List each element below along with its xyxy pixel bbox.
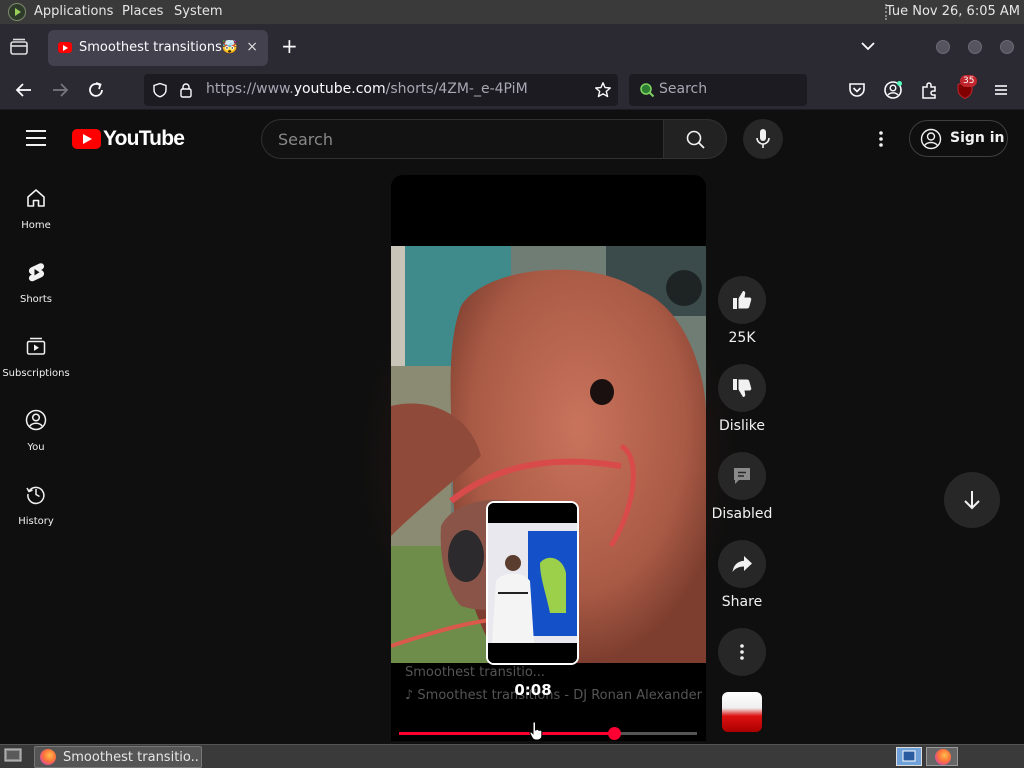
guide-item-you[interactable]: You <box>0 409 72 479</box>
user-circle-icon <box>920 128 942 150</box>
system-menu[interactable]: System <box>174 4 222 19</box>
extension-badge: 35 <box>960 75 978 87</box>
tab-list-icon[interactable] <box>8 36 30 58</box>
thumbs-down-icon <box>733 379 752 397</box>
applications-menu[interactable]: Applications <box>34 4 113 19</box>
progress-bar[interactable] <box>399 727 697 740</box>
share-button[interactable]: Share <box>716 540 768 610</box>
arrow-down-icon <box>964 491 980 510</box>
history-icon <box>26 486 45 505</box>
workspace-switcher-icon[interactable] <box>896 747 922 766</box>
sign-in-button[interactable]: Sign in <box>909 120 1008 157</box>
comment-icon <box>734 468 750 484</box>
youtube-search-input[interactable]: Search <box>261 119 663 159</box>
overlay-title: Smoothest transitio... <box>405 665 546 680</box>
tab-title: Smoothest transitions🤯 - YouTube <box>79 40 239 55</box>
sign-in-label: Sign in <box>950 130 1005 146</box>
youtube-search-button[interactable] <box>663 119 727 159</box>
top-panel: Applications Places System Tue Nov 26, 6… <box>0 0 1024 24</box>
search-engine-icon <box>640 83 655 98</box>
youtube-wordmark: YouTube <box>103 127 185 150</box>
seek-preview-thumbnail <box>486 501 579 665</box>
shield-icon[interactable] <box>152 82 168 98</box>
places-menu[interactable]: Places <box>122 4 163 19</box>
guide-item-label: History <box>18 516 54 527</box>
reload-icon[interactable] <box>85 79 107 101</box>
youtube-page: YouTube Search Sign in Home Shorts Subsc… <box>0 110 1024 744</box>
dislike-button[interactable]: Dislike <box>716 364 768 434</box>
progress-fill <box>399 732 614 735</box>
more-vertical-icon <box>740 644 744 660</box>
shorts-icon <box>28 263 45 282</box>
guide-item-history[interactable]: History <box>0 483 72 553</box>
preview-frame-image <box>488 503 577 663</box>
search-placeholder: Search <box>278 130 333 149</box>
tab-bar: Smoothest transitions🤯 - YouTube × + <box>0 24 1024 70</box>
microphone-icon <box>756 129 770 148</box>
browser-tab-active[interactable]: Smoothest transitions🤯 - YouTube × <box>48 30 268 66</box>
home-icon <box>27 189 45 207</box>
gnome-foot-icon[interactable] <box>8 3 26 21</box>
bookmark-star-icon[interactable] <box>594 81 612 99</box>
url-bar[interactable]: https://www.youtube.com/shorts/4ZM-_e-4P… <box>144 74 618 106</box>
dislike-label: Dislike <box>719 418 765 434</box>
mouse-cursor-hand-icon <box>529 721 543 741</box>
guide-item-label: Shorts <box>19 294 53 305</box>
back-arrow-icon[interactable] <box>13 79 35 101</box>
comments-button: Disabled <box>712 452 772 522</box>
like-button[interactable]: 25K <box>716 276 768 346</box>
guide-item-subscriptions[interactable]: Subscriptions <box>0 335 72 405</box>
shorts-player[interactable]: Smoothest transitio... ♪ Smoothest trans… <box>391 175 706 741</box>
url-text: https://www.youtube.com/shorts/4ZM-_e-4P… <box>206 81 528 97</box>
youtube-play-icon <box>72 129 101 149</box>
guide-item-home[interactable]: Home <box>0 187 72 257</box>
bottom-taskbar: Smoothest transitio... <box>0 744 1024 768</box>
close-window-button[interactable] <box>1000 40 1014 54</box>
firefox-icon <box>40 749 56 765</box>
browser-search-placeholder: Search <box>659 81 708 97</box>
settings-more-icon[interactable] <box>870 127 892 151</box>
account-icon[interactable] <box>882 79 904 101</box>
extensions-puzzle-icon[interactable] <box>918 79 940 101</box>
like-count: 25K <box>728 330 756 346</box>
guide-item-label: Home <box>21 220 51 231</box>
taskbar-window-title: Smoothest transitio... <box>63 750 199 765</box>
pocket-icon[interactable] <box>846 79 868 101</box>
lock-icon[interactable] <box>179 82 193 98</box>
guide-item-label: Subscriptions <box>2 368 70 379</box>
youtube-favicon-icon <box>58 42 72 53</box>
share-label: Share <box>721 594 763 610</box>
firefox-icon <box>935 749 951 765</box>
next-short-button[interactable] <box>944 472 1000 528</box>
search-icon <box>686 130 705 149</box>
new-tab-button[interactable]: + <box>281 36 298 56</box>
list-all-tabs-icon[interactable] <box>860 38 876 54</box>
guide-menu-icon[interactable] <box>26 130 46 146</box>
workspace-2[interactable] <box>926 747 958 766</box>
you-icon <box>25 409 47 431</box>
show-desktop-icon[interactable] <box>4 748 22 764</box>
thumbs-up-icon <box>733 291 752 309</box>
clock[interactable]: Tue Nov 26, 6:05 AM <box>886 4 1020 19</box>
comments-label: Disabled <box>711 506 773 522</box>
channel-avatar[interactable] <box>722 692 762 732</box>
subscriptions-icon <box>26 337 46 355</box>
progress-scrubber-handle[interactable] <box>607 727 621 740</box>
maximize-button[interactable] <box>968 40 982 54</box>
share-arrow-icon <box>732 556 752 572</box>
taskbar-window-firefox[interactable]: Smoothest transitio... <box>34 746 202 768</box>
hamburger-menu-icon[interactable] <box>990 79 1012 101</box>
browser-search-field[interactable]: Search <box>629 74 807 106</box>
forward-arrow-icon[interactable] <box>49 79 71 101</box>
voice-search-button[interactable] <box>743 119 783 159</box>
guide-item-shorts[interactable]: Shorts <box>0 261 72 331</box>
navigation-bar: https://www.youtube.com/shorts/4ZM-_e-4P… <box>0 70 1024 110</box>
seek-time-label: 0:08 <box>514 681 552 699</box>
minimize-button[interactable] <box>936 40 950 54</box>
more-actions-button[interactable] <box>716 628 768 676</box>
guide-item-label: You <box>27 442 45 453</box>
tab-close-icon[interactable]: × <box>246 39 258 55</box>
